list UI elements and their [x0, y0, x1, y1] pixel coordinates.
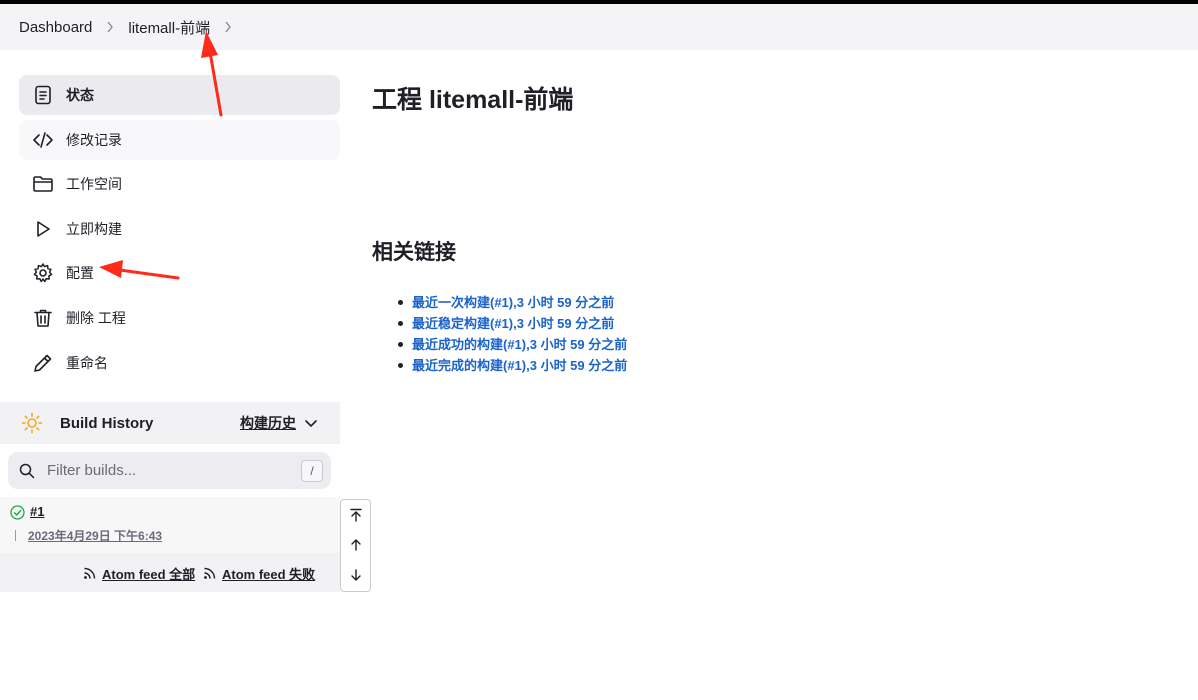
related-links-title: 相关链接 — [372, 241, 456, 264]
sun-icon — [21, 412, 43, 434]
build-number-link[interactable]: #1 — [30, 504, 44, 519]
build-divider — [15, 530, 16, 541]
breadcrumb-project[interactable]: litemall-前端 — [128, 15, 210, 40]
atom-feeds: Atom feed 全部 Atom feed 失败 — [0, 553, 340, 592]
last-successful-build-link[interactable]: 最近成功的构建(#1),3 小时 59 分之前 — [412, 337, 627, 352]
breadcrumb: Dashboard litemall-前端 — [0, 4, 1198, 50]
list-item: 最近成功的构建(#1),3 小时 59 分之前 — [396, 334, 627, 355]
task-configure[interactable]: 配置 — [19, 253, 340, 293]
last-build-link[interactable]: 最近一次构建(#1),3 小时 59 分之前 — [412, 295, 614, 310]
related-links-list: 最近一次构建(#1),3 小时 59 分之前 最近稳定构建(#1),3 小时 5… — [396, 292, 627, 376]
task-delete-project[interactable]: 删除 工程 — [19, 298, 340, 338]
trash-icon — [31, 306, 55, 330]
rss-icon — [84, 567, 96, 579]
atom-feed-all-label: Atom feed 全部 — [102, 567, 196, 582]
build-history-header: Build History 构建历史 — [0, 402, 340, 444]
task-build-now[interactable]: 立即构建 — [19, 209, 340, 249]
success-check-icon — [10, 505, 25, 520]
pencil-icon — [31, 351, 55, 375]
build-pager — [340, 499, 371, 592]
keyboard-shortcut-badge: / — [301, 460, 323, 482]
pager-down-button[interactable] — [341, 560, 370, 590]
task-label: 配置 — [66, 265, 94, 281]
task-status[interactable]: 状态 — [19, 75, 340, 115]
search-icon — [19, 463, 35, 478]
task-rename[interactable]: 重命名 — [19, 343, 340, 383]
folder-icon — [31, 172, 55, 196]
atom-feed-failed-link[interactable]: Atom feed 失败 — [203, 564, 315, 583]
list-item: 最近一次构建(#1),3 小时 59 分之前 — [396, 292, 627, 313]
task-label: 重命名 — [66, 355, 108, 371]
chevron-right-icon[interactable] — [210, 21, 246, 33]
atom-feed-failed-label: Atom feed 失败 — [222, 567, 316, 582]
task-label: 立即构建 — [66, 221, 122, 237]
filter-builds-input[interactable] — [45, 461, 289, 480]
last-completed-build-link[interactable]: 最近完成的构建(#1),3 小时 59 分之前 — [412, 358, 627, 373]
filter-builds: / — [8, 452, 331, 489]
code-icon — [31, 128, 55, 152]
build-trend-link[interactable]: 构建历史 — [240, 413, 296, 433]
task-label: 状态 — [66, 87, 94, 103]
task-workspace[interactable]: 工作空间 — [19, 164, 340, 204]
chevron-down-icon[interactable] — [304, 416, 318, 430]
chevron-right-icon — [92, 21, 128, 33]
page-title: 工程 litemall-前端 — [372, 86, 574, 114]
task-label: 修改记录 — [66, 132, 122, 148]
document-icon — [31, 83, 55, 107]
rss-icon — [204, 567, 216, 579]
atom-feed-all-link[interactable]: Atom feed 全部 — [83, 564, 195, 583]
task-label: 删除 工程 — [66, 310, 126, 326]
list-item: 最近稳定构建(#1),3 小时 59 分之前 — [396, 313, 627, 334]
pager-up-button[interactable] — [341, 530, 370, 560]
arrow-up-icon — [350, 539, 361, 551]
task-label: 工作空间 — [66, 176, 122, 192]
breadcrumb-dashboard[interactable]: Dashboard — [19, 17, 92, 38]
build-date-link[interactable]: 2023年4月29日 下午6:43 — [28, 527, 162, 544]
build-row: #1 2023年4月29日 下午6:43 — [0, 497, 340, 553]
build-history-title: Build History — [60, 414, 154, 432]
play-icon — [31, 217, 55, 241]
arrow-to-top-icon — [349, 508, 362, 522]
list-item: 最近完成的构建(#1),3 小时 59 分之前 — [396, 355, 627, 376]
gear-icon — [31, 261, 55, 285]
pager-top-button[interactable] — [341, 500, 370, 530]
task-changes[interactable]: 修改记录 — [19, 120, 340, 160]
last-stable-build-link[interactable]: 最近稳定构建(#1),3 小时 59 分之前 — [412, 316, 614, 331]
arrow-down-icon — [350, 569, 361, 581]
